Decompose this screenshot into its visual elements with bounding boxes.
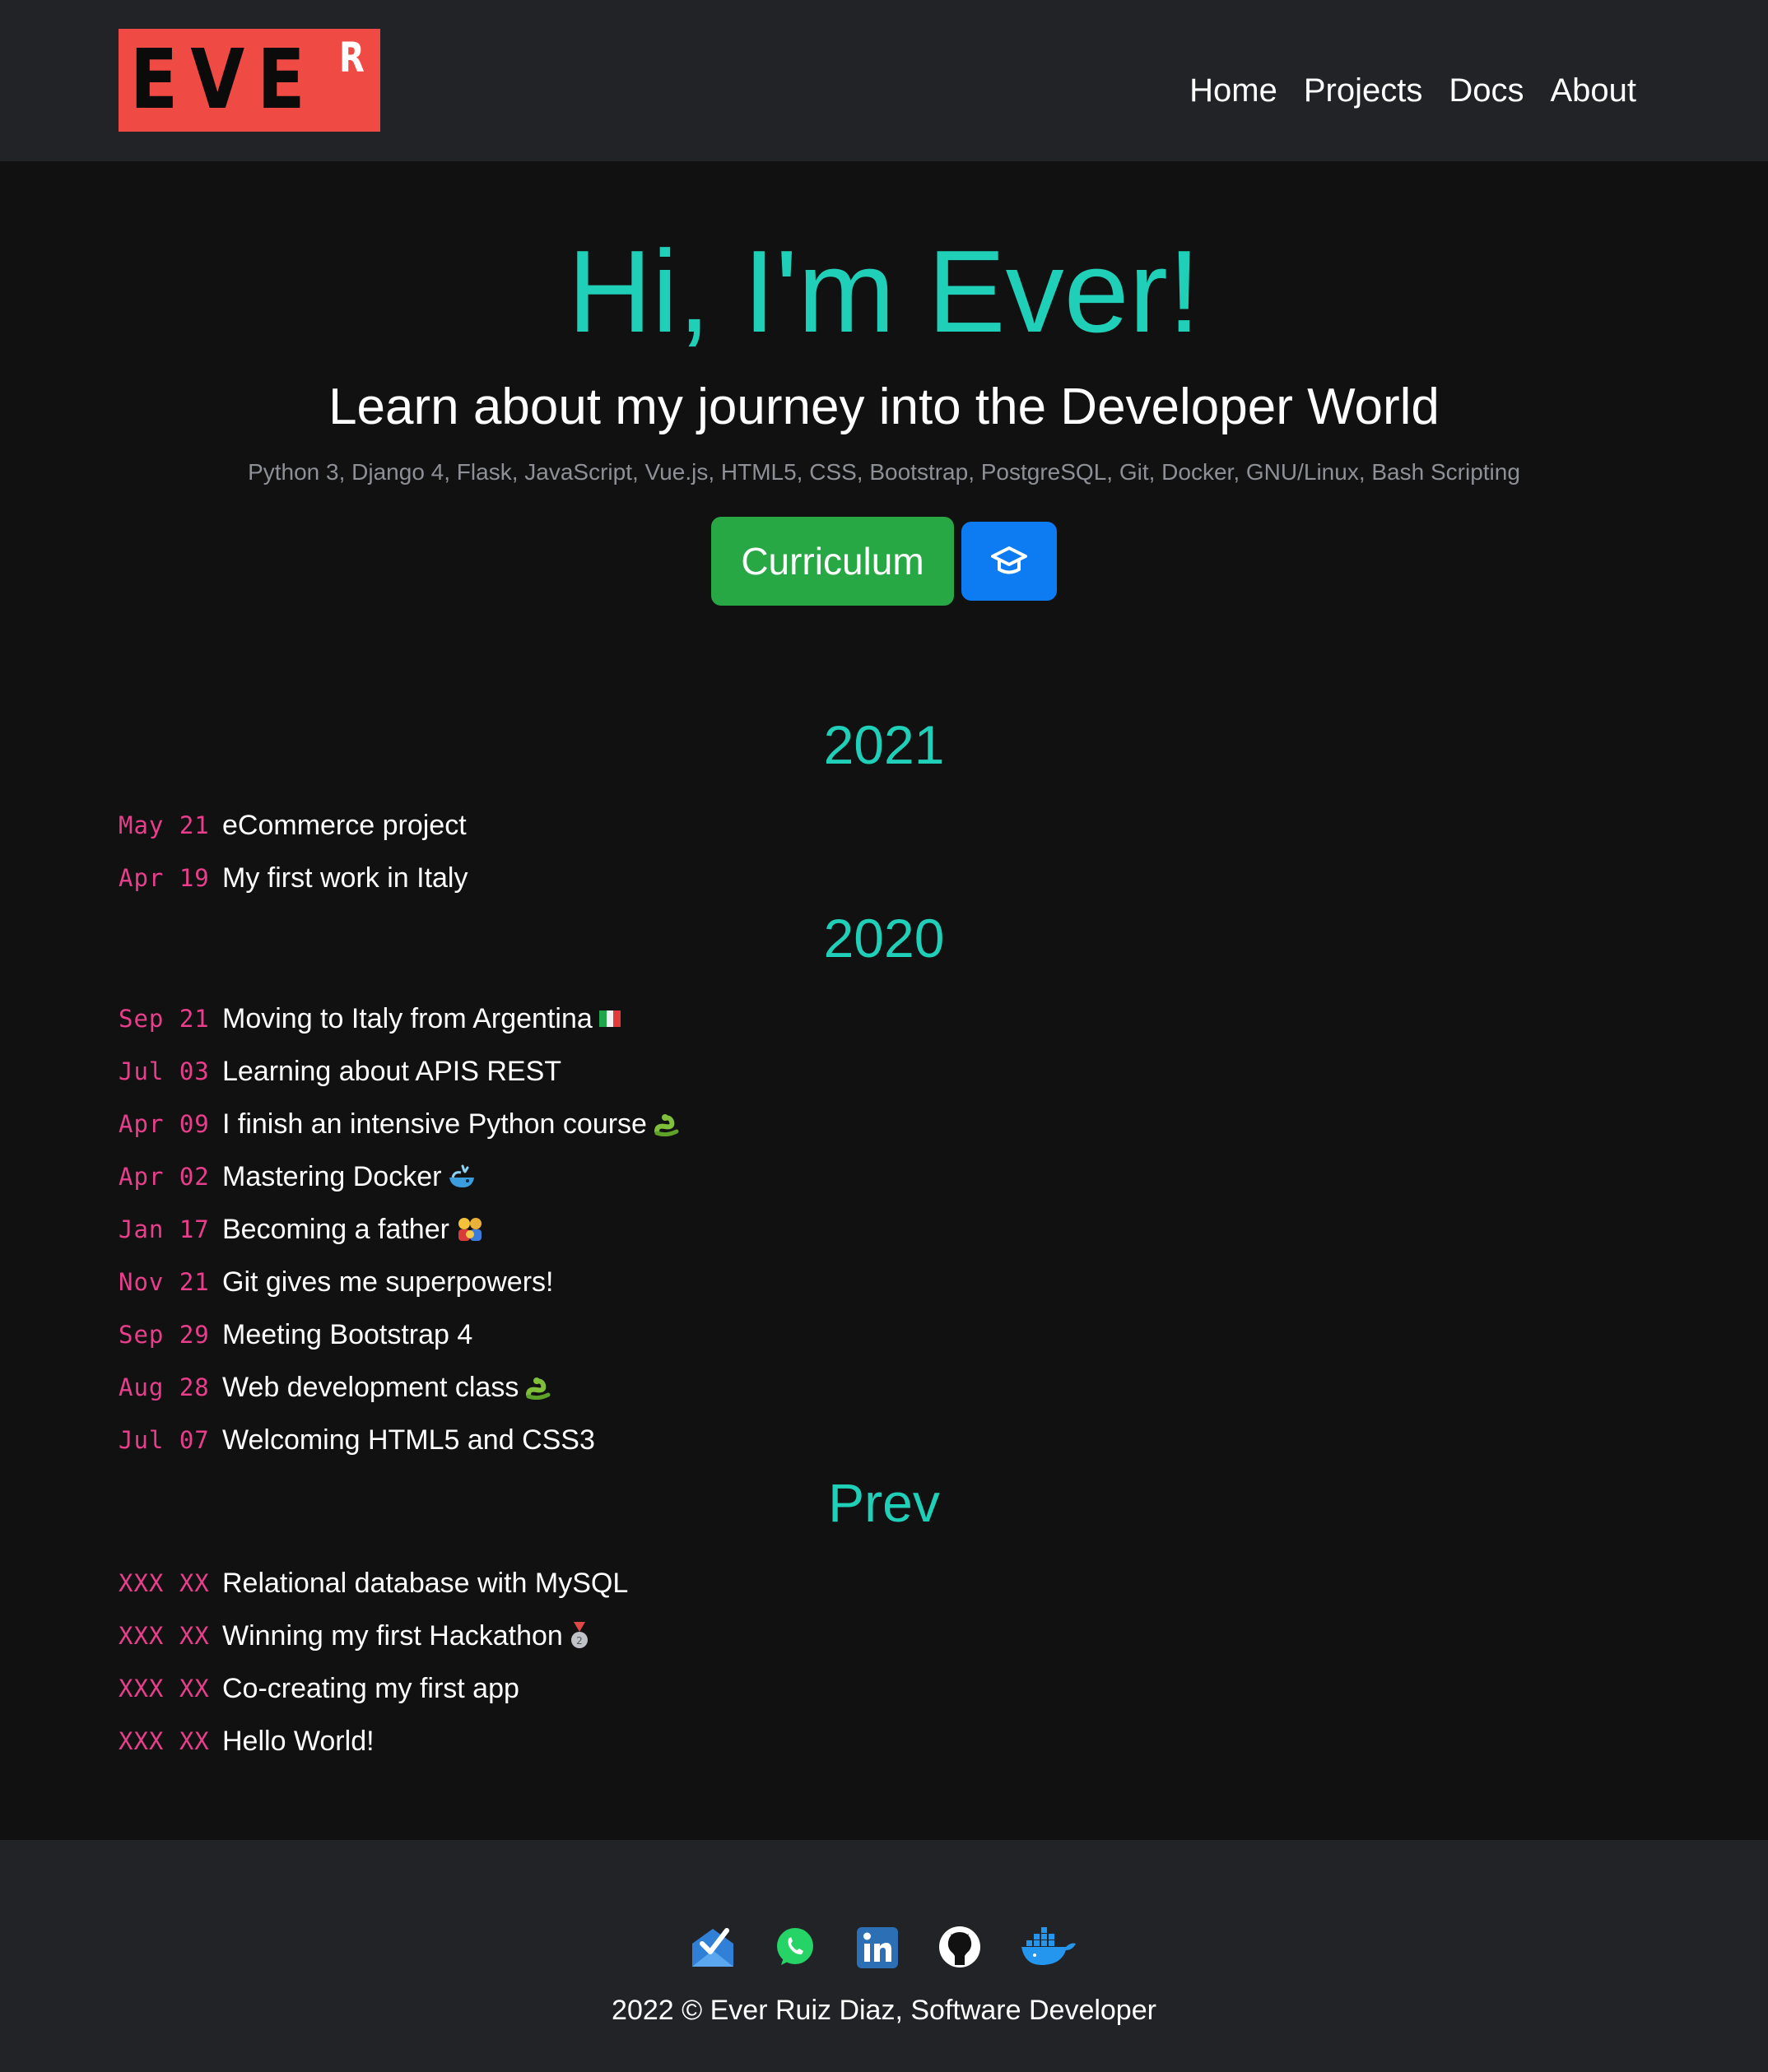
entry-title: Hello World! — [222, 1725, 375, 1757]
snake-icon — [647, 1112, 680, 1136]
timeline-entry[interactable]: XXX XX Hello World! — [119, 1721, 375, 1762]
timeline-entry[interactable]: Apr 02 Mastering Docker — [119, 1156, 476, 1197]
curriculum-button[interactable]: Curriculum — [711, 517, 954, 606]
nav-docs-link[interactable]: Docs — [1449, 72, 1524, 109]
entry-date: Nov 21 — [119, 1268, 210, 1296]
logo[interactable]: EVE R — [119, 29, 380, 132]
svg-text:2: 2 — [576, 1635, 583, 1647]
timeline-entry[interactable]: Aug 28 Web development class — [119, 1367, 551, 1408]
hero-title: Hi, I'm Ever! — [567, 226, 1201, 357]
nav-home-link[interactable]: Home — [1189, 72, 1277, 109]
github-icon[interactable] — [938, 1924, 982, 1970]
timeline-entry[interactable]: XXX XX Co-creating my first app — [119, 1668, 519, 1709]
entry-date: XXX XX — [119, 1675, 210, 1703]
entry-date: Jul 07 — [119, 1426, 210, 1454]
graduation-button[interactable] — [961, 522, 1057, 601]
entry-date: XXX XX — [119, 1727, 210, 1755]
docker-icon[interactable] — [1020, 1924, 1077, 1970]
graduation-cap-icon — [991, 546, 1027, 574]
footer: 2022 © Ever Ruiz Diaz, Software Develope… — [0, 1840, 1768, 2072]
entry-date: May 21 — [119, 811, 210, 839]
timeline-entry[interactable]: XXX XX Relational database with MySQL — [119, 1563, 628, 1604]
nav-projects-link[interactable]: Projects — [1304, 72, 1423, 109]
hero-subtitle: Learn about my journey into the Develope… — [328, 379, 1440, 435]
entry-date: Aug 28 — [119, 1373, 210, 1401]
logo-text: EVE — [130, 31, 318, 128]
timeline-entry[interactable]: Nov 21 Git gives me superpowers! — [119, 1261, 554, 1303]
family-icon — [449, 1216, 484, 1243]
entry-title: Welcoming HTML5 and CSS3 — [222, 1424, 595, 1456]
timeline-year-heading: Prev — [828, 1472, 940, 1533]
whatsapp-icon[interactable] — [773, 1924, 817, 1970]
whale-icon — [441, 1164, 476, 1189]
entry-title: Becoming a father — [222, 1213, 449, 1245]
timeline-entry[interactable]: Jul 03 Learning about APIS REST — [119, 1051, 561, 1092]
entry-title: Git gives me superpowers! — [222, 1266, 554, 1298]
social-links — [0, 1914, 1768, 1980]
timeline-entry[interactable]: Sep 21 Moving to Italy from Argentina — [119, 998, 621, 1039]
timeline-entry[interactable]: May 21 eCommerce project — [119, 805, 467, 846]
medal-icon: 2 — [563, 1622, 589, 1650]
tech-stack-text: Python 3, Django 4, Flask, JavaScript, V… — [248, 459, 1520, 485]
linkedin-icon[interactable] — [855, 1924, 900, 1970]
entry-date: Apr 19 — [119, 864, 210, 892]
entry-date: Apr 09 — [119, 1110, 210, 1138]
timeline-entry[interactable]: Jul 07 Welcoming HTML5 and CSS3 — [119, 1419, 595, 1461]
italy-flag-icon — [593, 1010, 621, 1027]
navbar: EVE R Home Projects Docs About — [0, 0, 1768, 161]
entry-title: Mastering Docker — [222, 1160, 442, 1192]
timeline-entry[interactable]: Apr 19 My first work in Italy — [119, 857, 468, 899]
timeline-year-heading: 2021 — [823, 714, 945, 775]
entry-date: Sep 29 — [119, 1321, 210, 1349]
entry-date: Sep 21 — [119, 1005, 210, 1033]
copyright-text: 2022 © Ever Ruiz Diaz, Software Develope… — [612, 1995, 1156, 2026]
timeline-entry[interactable]: Jan 17 Becoming a father — [119, 1209, 484, 1250]
entry-title: Learning about APIS REST — [222, 1055, 562, 1087]
entry-date: Jul 03 — [119, 1057, 210, 1085]
timeline-entry[interactable]: Apr 09 I finish an intensive Python cours… — [119, 1103, 680, 1145]
snake-icon — [519, 1375, 551, 1400]
entry-date: Jan 17 — [119, 1215, 210, 1243]
entry-title: Web development class — [222, 1371, 519, 1403]
timeline-entry[interactable]: XXX XX Winning my first Hackathon 2 — [119, 1615, 589, 1656]
entry-title: Meeting Bootstrap 4 — [222, 1318, 473, 1350]
timeline-entry[interactable]: Sep 29 Meeting Bootstrap 4 — [119, 1314, 472, 1355]
nav-about-link[interactable]: About — [1550, 72, 1636, 109]
nav-links: Home Projects Docs About — [1189, 66, 1636, 115]
entry-title: Winning my first Hackathon — [222, 1619, 563, 1652]
entry-title: Co-creating my first app — [222, 1672, 519, 1704]
logo-superscript: R — [339, 34, 365, 81]
entry-title: My first work in Italy — [222, 862, 468, 894]
entry-date: XXX XX — [119, 1569, 210, 1597]
entry-title: Relational database with MySQL — [222, 1567, 629, 1599]
timeline-year-heading: 2020 — [823, 908, 945, 969]
entry-date: Apr 02 — [119, 1163, 210, 1191]
entry-date: XXX XX — [119, 1622, 210, 1650]
entry-title: eCommerce project — [222, 809, 467, 841]
entry-title: I finish an intensive Python course — [222, 1108, 647, 1140]
email-icon[interactable] — [691, 1924, 735, 1970]
entry-title: Moving to Italy from Argentina — [222, 1002, 593, 1034]
